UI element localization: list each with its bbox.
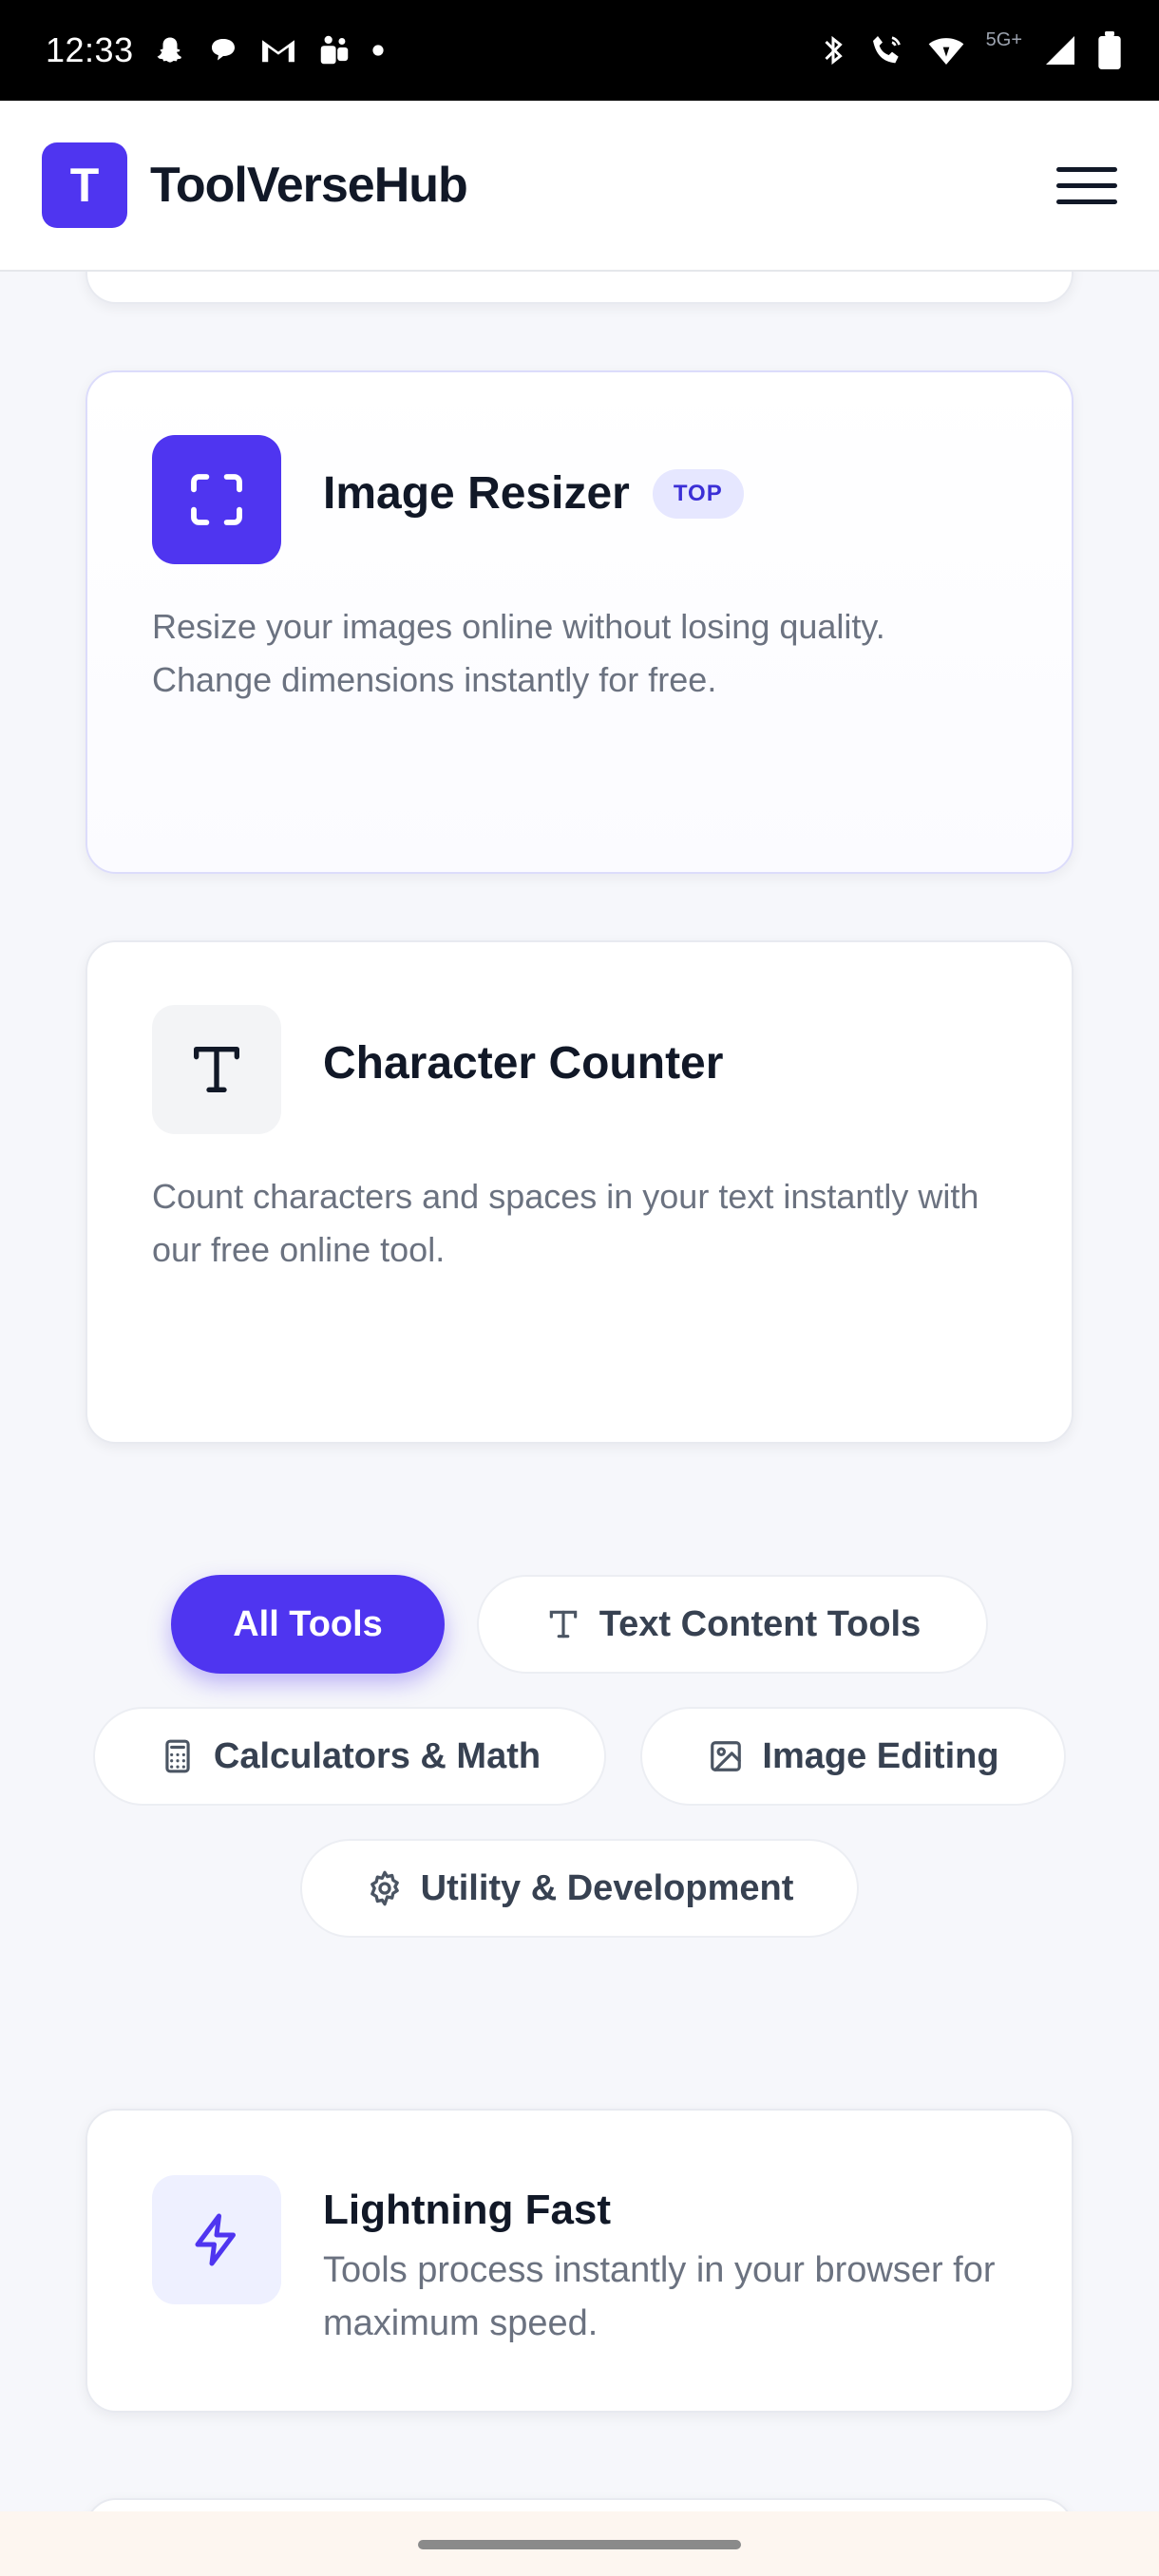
teams-icon	[316, 32, 352, 68]
logo[interactable]: T	[42, 142, 127, 228]
tool-description: Count characters and spaces in your text…	[152, 1177, 979, 1269]
tool-title: Image Resizer TOP	[323, 467, 744, 520]
app-header: T ToolVerseHub	[0, 101, 1159, 272]
filter-label: Utility & Development	[420, 1867, 794, 1908]
chat-bubble-icon	[206, 33, 240, 67]
filter-image-editing[interactable]: Image Editing	[640, 1707, 1066, 1806]
tool-title: Character Counter	[323, 1037, 723, 1089]
filter-text-content-tools[interactable]: Text Content Tools	[477, 1575, 988, 1674]
gear-icon	[366, 1869, 404, 1907]
filter-label: Image Editing	[762, 1735, 999, 1776]
feature-title: Lightning Fast	[323, 2187, 612, 2233]
wifi-icon	[927, 33, 965, 67]
filter-calculators-math[interactable]: Calculators & Math	[93, 1707, 606, 1806]
filter-label: Calculators & Math	[213, 1735, 542, 1776]
hamburger-menu-icon[interactable]	[1056, 155, 1117, 216]
text-type-icon	[152, 1005, 281, 1134]
feature-description: Tools process instantly in your browser …	[323, 2250, 996, 2343]
tool-card-character-counter[interactable]: Character Counter Count characters and s…	[86, 940, 1074, 1444]
gmail-icon	[259, 33, 297, 67]
image-icon	[707, 1737, 745, 1775]
tool-title-text: Character Counter	[323, 1038, 724, 1089]
top-badge: TOP	[652, 468, 744, 519]
filter-label: All Tools	[233, 1603, 383, 1644]
filter-all-tools[interactable]: All Tools	[171, 1575, 445, 1674]
wifi-call-icon	[868, 31, 906, 69]
bluetooth-icon	[819, 33, 847, 67]
feature-card-lightning-fast: Lightning Fast Tools process instantly i…	[86, 2109, 1074, 2413]
fullscreen-frame-icon	[152, 435, 281, 564]
calculator-icon	[159, 1737, 197, 1775]
text-type-icon	[544, 1605, 582, 1643]
lightning-icon	[152, 2175, 281, 2304]
filter-utility-development[interactable]: Utility & Development	[300, 1839, 859, 1938]
signal-icon	[1043, 33, 1077, 67]
gesture-handle[interactable]	[418, 2540, 741, 2549]
battery-icon	[1098, 31, 1121, 69]
tool-title-text: Image Resizer	[323, 468, 630, 519]
status-time: 12:33	[46, 30, 134, 69]
network-type-label: 5G+	[985, 28, 1022, 50]
status-bar: 12:33 5G+	[0, 0, 1159, 101]
snapchat-icon	[153, 33, 187, 67]
dot-icon	[371, 44, 385, 57]
brand-name[interactable]: ToolVerseHub	[150, 157, 468, 214]
tool-description: Resize your images online without losing…	[152, 607, 885, 699]
filter-label: Text Content Tools	[598, 1603, 922, 1644]
tool-card-image-resizer[interactable]: Image Resizer TOP Resize your images onl…	[86, 370, 1074, 874]
